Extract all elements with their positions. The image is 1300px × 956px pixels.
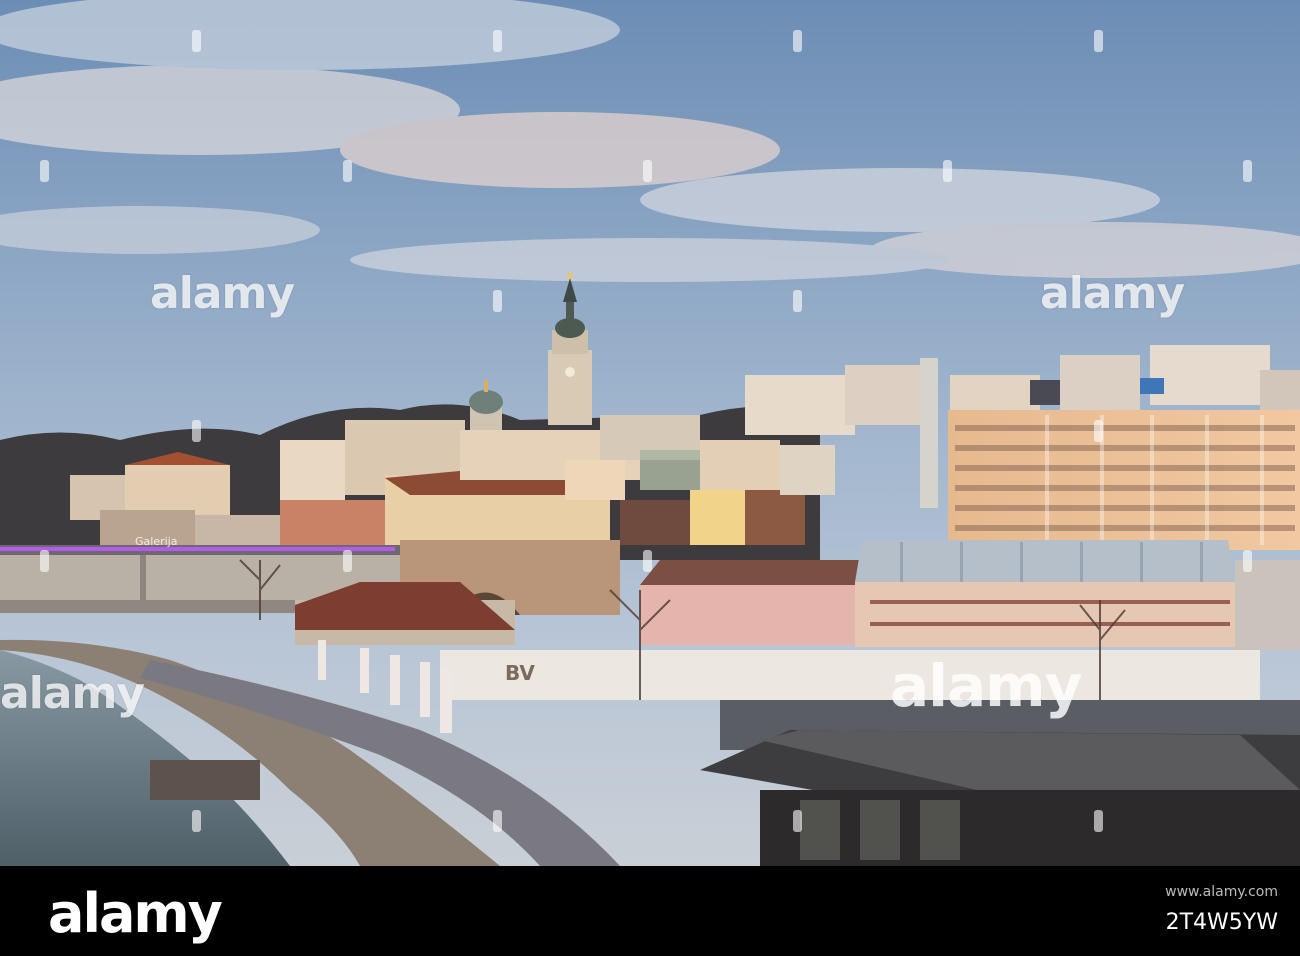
flat-roof-pavilion xyxy=(700,730,1300,866)
watermark-dot xyxy=(643,550,652,572)
footer-image-id: 2T4W5YW xyxy=(1165,910,1278,935)
watermark-dot xyxy=(793,810,802,832)
watermark-left: alamy xyxy=(150,268,295,319)
memorial-pillar xyxy=(920,358,938,508)
watermark-dot xyxy=(343,160,352,182)
footer-logo: alamy xyxy=(48,882,223,945)
watermark-dot xyxy=(192,810,201,832)
watermark-dot xyxy=(793,30,802,52)
watermark-dot xyxy=(40,160,49,182)
watermark-dot xyxy=(192,420,201,442)
watermark-dot xyxy=(943,160,952,182)
watermark-center: alamy xyxy=(890,652,1082,720)
watermark-dot xyxy=(643,160,652,182)
construction-hoarding xyxy=(440,650,1260,700)
watermark-dot xyxy=(793,290,802,312)
footer-url: www.alamy.com xyxy=(1165,884,1278,900)
photo-stage: Galerija BV alamy alamy alamy alamy alam… xyxy=(0,0,1300,956)
warehouse xyxy=(855,540,1235,647)
watermark-dot xyxy=(493,290,502,312)
watermark-dot xyxy=(192,30,201,52)
apartment-block xyxy=(948,410,1300,550)
watermark-lower-left: alamy xyxy=(0,668,145,719)
watermark-dot xyxy=(343,550,352,572)
pink-building xyxy=(640,585,860,645)
watermark-dot xyxy=(1243,550,1252,572)
watermark-dot xyxy=(1243,160,1252,182)
pink-roof xyxy=(640,560,860,585)
watermark-dot xyxy=(40,550,49,572)
right-edge-building xyxy=(1235,560,1300,650)
watermark-right: alamy xyxy=(1040,268,1185,319)
watermark-dot xyxy=(1094,810,1103,832)
watermark-dot xyxy=(1094,420,1103,442)
watermark-dot xyxy=(493,810,502,832)
bridge-sign: Galerija xyxy=(135,535,177,548)
watermark-dot xyxy=(493,30,502,52)
shop-sign-bv: BV xyxy=(505,661,535,685)
pier xyxy=(150,760,260,800)
watermark-dot xyxy=(1094,30,1103,52)
